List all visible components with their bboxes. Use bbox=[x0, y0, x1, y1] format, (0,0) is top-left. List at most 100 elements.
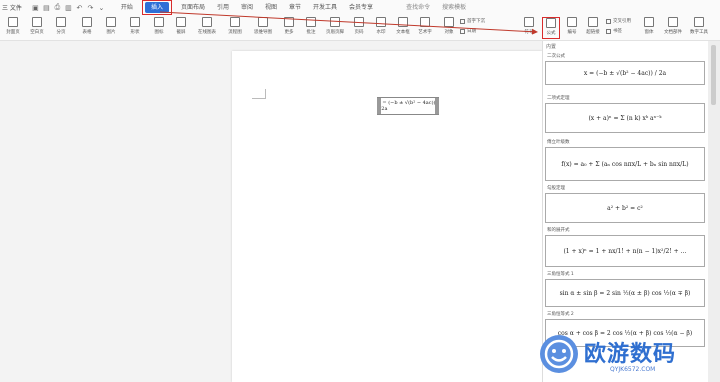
textbox-button[interactable]: 文本框 bbox=[394, 17, 412, 39]
numbering-button[interactable]: 编号 bbox=[563, 17, 581, 39]
table-icon bbox=[82, 17, 92, 27]
search-template[interactable]: 搜索模板 bbox=[439, 2, 469, 13]
equation-item[interactable]: 和的展开式 (1 + x)ⁿ = 1 + nx/1! + n(n − 1)x²/… bbox=[545, 227, 705, 267]
symbol-icon bbox=[524, 17, 534, 27]
tab-references[interactable]: 引用 bbox=[211, 2, 235, 13]
chart-icon bbox=[202, 17, 212, 27]
hyperlink-button[interactable]: 超链接 bbox=[584, 17, 602, 39]
object-button[interactable]: 对象 bbox=[440, 17, 458, 39]
menu-bar: 三 文件 ▣ ▤ ⎙ ▥ ↶ ↷ ⌄ 开始 插入 页面布局 引用 审阅 视图 章… bbox=[0, 0, 720, 15]
shape-icon bbox=[130, 17, 140, 27]
page-break-icon bbox=[56, 17, 66, 27]
tab-review[interactable]: 审阅 bbox=[235, 2, 259, 13]
flowchart-button[interactable]: 流程图 bbox=[226, 17, 244, 39]
blank-page-button[interactable]: 空白页 bbox=[28, 17, 46, 39]
equation-item[interactable]: 傅立叶级数 f(x) = a₀ + Σ (aₙ cos nπx/L + bₙ s… bbox=[545, 139, 705, 181]
digital-tools-button[interactable]: 数字工具 bbox=[690, 17, 708, 39]
tab-insert[interactable]: 插入 bbox=[144, 2, 169, 13]
save-icon[interactable]: ▣ bbox=[31, 3, 40, 12]
equation-item[interactable]: 二项式定理 (x + a)ⁿ = Σ (n k) xᵏ aⁿ⁻ᵏ bbox=[545, 95, 705, 133]
scrollbar-thumb[interactable] bbox=[711, 45, 716, 105]
watermark-button[interactable]: 水印 bbox=[372, 17, 390, 39]
equation-right-handle[interactable] bbox=[435, 98, 439, 114]
link-icon bbox=[588, 17, 598, 27]
picture-icon bbox=[106, 17, 116, 27]
more-button[interactable]: 更多 bbox=[280, 17, 298, 39]
equation-icon bbox=[546, 18, 556, 28]
shape-button[interactable]: 形状 bbox=[126, 17, 144, 39]
icons-icon bbox=[154, 17, 164, 27]
watermark-title: 欧游数码 bbox=[584, 342, 677, 367]
page-number-icon bbox=[354, 17, 364, 27]
print-icon[interactable]: ⎙ bbox=[53, 3, 62, 12]
tab-member[interactable]: 会员专享 bbox=[343, 2, 379, 13]
comment-button[interactable]: 批注 bbox=[302, 17, 320, 39]
export-pdf-icon[interactable]: ▤ bbox=[42, 3, 51, 12]
date-button[interactable]: 日期 bbox=[460, 28, 476, 34]
undo-icon[interactable]: ↶ bbox=[75, 3, 84, 12]
tab-home[interactable]: 开始 bbox=[115, 2, 139, 13]
tab-developer[interactable]: 开发工具 bbox=[307, 2, 343, 13]
icons-button[interactable]: 图标 bbox=[150, 17, 168, 39]
watermark-icon bbox=[376, 17, 386, 27]
search-area: 查找命令 搜索模板 bbox=[403, 2, 469, 13]
gallery-header: 内置 bbox=[546, 44, 557, 50]
equation-button[interactable]: 公式 bbox=[542, 17, 560, 39]
cover-page-icon bbox=[8, 17, 18, 27]
mindmap-icon bbox=[258, 17, 268, 27]
equation-item[interactable]: 二次公式 x = (−b ± √(b² − 4ac)) / 2a bbox=[545, 53, 705, 85]
equation-item[interactable]: 勾股定理 a² + b² = c² bbox=[545, 185, 705, 223]
digital-tools-icon bbox=[694, 17, 704, 27]
inserted-equation[interactable]: x = (−b ± √(b² − 4ac)) / 2a bbox=[377, 97, 439, 115]
equation-preview[interactable]: (1 + x)ⁿ = 1 + nx/1! + n(n − 1)x²/2! + … bbox=[545, 235, 705, 267]
search-command[interactable]: 查找命令 bbox=[403, 2, 433, 13]
numbering-icon bbox=[567, 17, 577, 27]
equation-preview[interactable]: (x + a)ⁿ = Σ (n k) xᵏ aⁿ⁻ᵏ bbox=[545, 103, 705, 133]
print-preview-icon[interactable]: ▥ bbox=[64, 3, 73, 12]
screenshot-button[interactable]: 截屏 bbox=[172, 17, 190, 39]
drop-cap-button[interactable]: 首字下沉 bbox=[460, 18, 485, 24]
equation-preview[interactable]: x = (−b ± √(b² − 4ac)) / 2a bbox=[545, 61, 705, 85]
wordart-button[interactable]: 艺术字 bbox=[416, 17, 434, 39]
chevron-down-icon[interactable]: ⌄ bbox=[97, 3, 106, 12]
equation-preview[interactable]: f(x) = a₀ + Σ (aₙ cos nπx/L + bₙ sin nπx… bbox=[545, 147, 705, 181]
equation-item[interactable]: 三角恒等式 1 sin α ± sin β = 2 sin ½(α ± β) c… bbox=[545, 271, 705, 307]
page-number-button[interactable]: 页码 bbox=[350, 17, 368, 39]
mindmap-button[interactable]: 思维导图 bbox=[250, 17, 276, 39]
picture-button[interactable]: 图片 bbox=[102, 17, 120, 39]
document-parts-button[interactable]: 文档部件 bbox=[660, 17, 686, 39]
tab-chapter[interactable]: 章节 bbox=[283, 2, 307, 13]
cross-reference-button[interactable]: 交叉引用 bbox=[606, 18, 631, 24]
symbol-button[interactable]: 符号 bbox=[520, 17, 538, 39]
online-chart-button[interactable]: 在线图表 bbox=[194, 17, 220, 39]
wps-writer-window: 三 文件 ▣ ▤ ⎙ ▥ ↶ ↷ ⌄ 开始 插入 页面布局 引用 审阅 视图 章… bbox=[0, 0, 720, 382]
cover-page-button[interactable]: 封面页 bbox=[4, 17, 22, 39]
drop-cap-icon bbox=[460, 18, 465, 24]
equation-left-handle[interactable] bbox=[377, 98, 381, 114]
equation-preview[interactable]: sin α ± sin β = 2 sin ½(α ± β) cos ½(α ∓… bbox=[545, 279, 705, 307]
tab-view[interactable]: 视图 bbox=[259, 2, 283, 13]
margin-corner-mark bbox=[252, 89, 266, 99]
table-button[interactable]: 表格 bbox=[78, 17, 96, 39]
object-icon bbox=[444, 17, 454, 27]
cross-reference-icon bbox=[606, 18, 611, 24]
bookmark-button[interactable]: 书签 bbox=[606, 28, 622, 34]
flowchart-icon bbox=[230, 17, 240, 27]
textbox-icon bbox=[398, 17, 408, 27]
file-menu[interactable]: 三 文件 bbox=[2, 3, 22, 12]
insert-ribbon: 封面页 空白页 分页 表格 图片 形状 图标 截屏 在线图表 流程图 思维导图 … bbox=[0, 15, 720, 41]
bookmark-icon bbox=[606, 28, 611, 34]
equation-preview[interactable]: a² + b² = c² bbox=[545, 193, 705, 223]
smiley-logo-icon bbox=[540, 335, 578, 373]
redo-icon[interactable]: ↷ bbox=[86, 3, 95, 12]
document-page[interactable]: x = (−b ± √(b² − 4ac)) / 2a bbox=[232, 51, 542, 382]
page-break-button[interactable]: 分页 bbox=[52, 17, 70, 39]
form-icon bbox=[644, 17, 654, 27]
blank-page-icon bbox=[32, 17, 42, 27]
header-footer-button[interactable]: 页眉页脚 bbox=[322, 17, 348, 39]
document-parts-icon bbox=[668, 17, 678, 27]
tab-page-layout[interactable]: 页面布局 bbox=[175, 2, 211, 13]
header-footer-icon bbox=[330, 17, 340, 27]
more-icon bbox=[284, 17, 294, 27]
form-button[interactable]: 窗体 bbox=[640, 17, 658, 39]
